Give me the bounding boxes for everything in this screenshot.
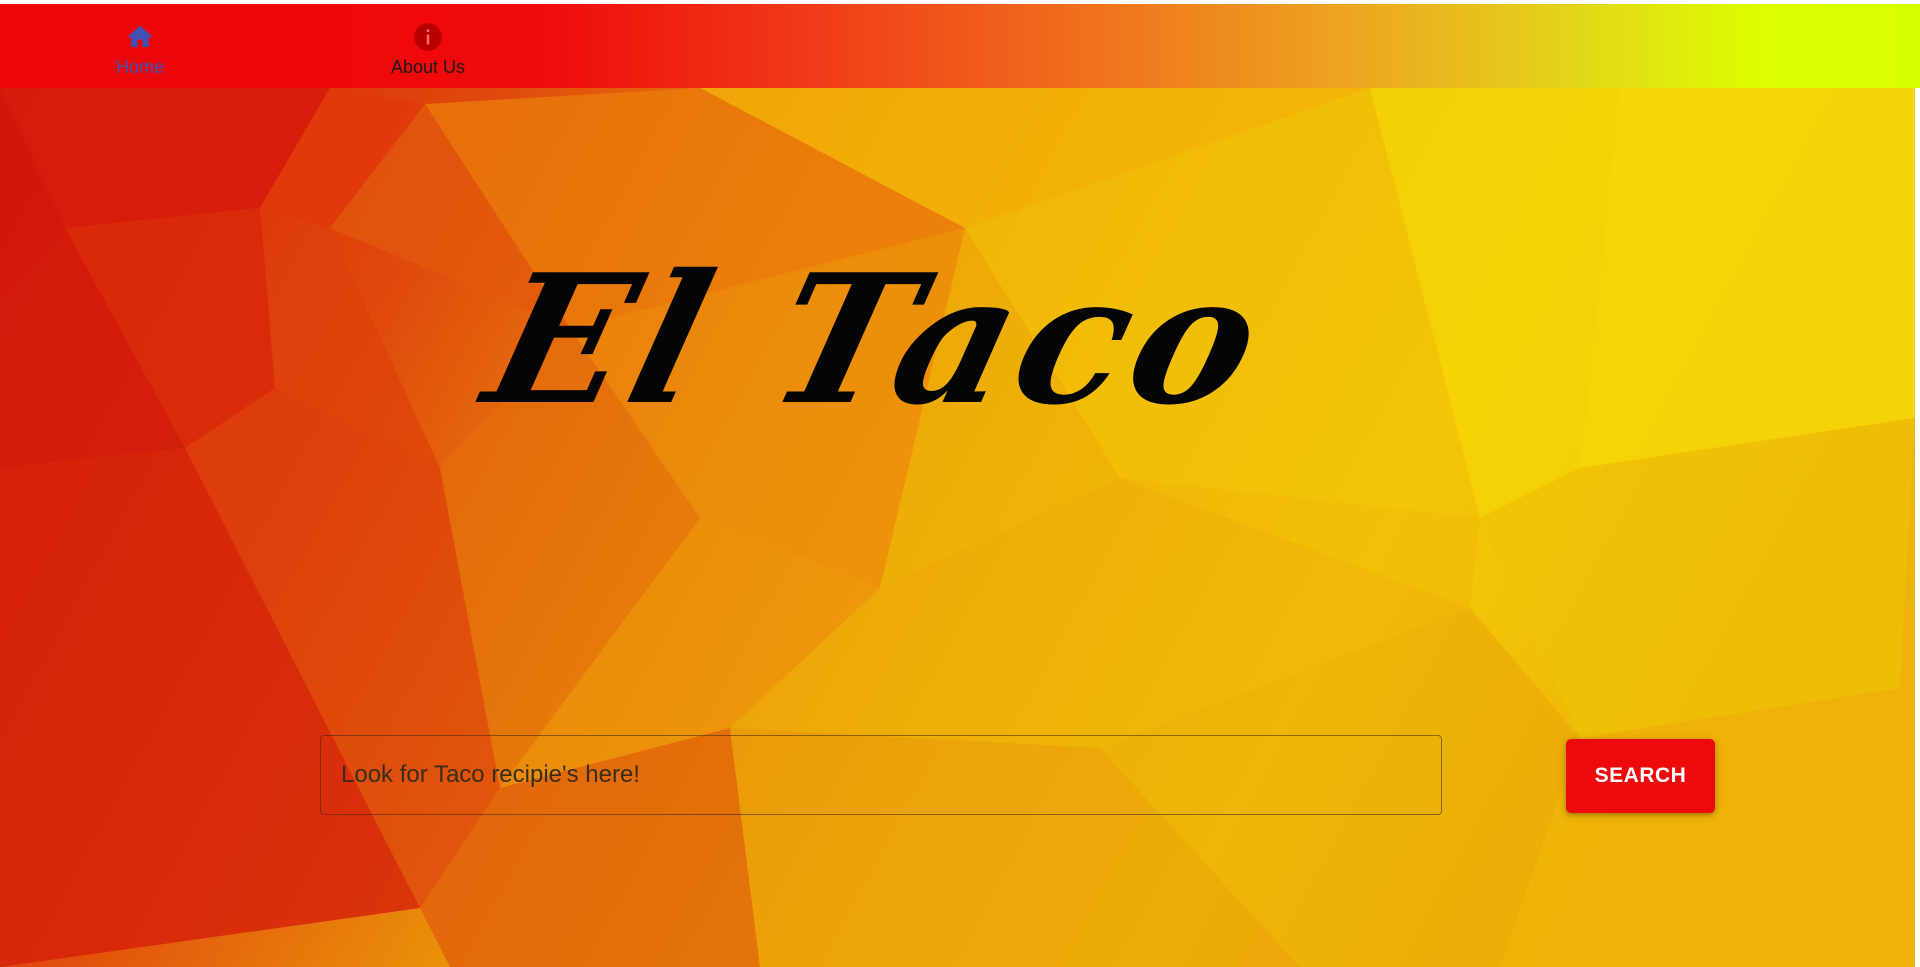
top-navbar: Home About Us	[0, 4, 1920, 88]
search-input[interactable]	[321, 736, 1441, 814]
nav-item-label: About Us	[390, 57, 466, 77]
home-icon	[125, 22, 155, 52]
hero-background	[0, 88, 1915, 967]
search-button[interactable]: SEARCH	[1566, 739, 1715, 813]
nav-item-home[interactable]: Home	[60, 18, 220, 78]
search-field	[320, 735, 1442, 815]
info-icon	[413, 22, 443, 52]
app-root: Home About Us El Taco SEARCH	[0, 0, 1920, 967]
nav-item-label: Home	[115, 57, 164, 77]
nav-item-about-us[interactable]: About Us	[348, 18, 508, 78]
el-taco-logo: El Taco	[469, 235, 1287, 444]
